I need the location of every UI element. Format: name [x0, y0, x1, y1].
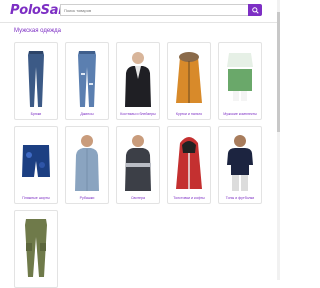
category-card-shirts[interactable]: Рубашки: [65, 126, 109, 204]
category-card-suits[interactable]: Костюмы и блейзеры: [116, 42, 160, 120]
category-label: Брюки: [30, 112, 42, 116]
suit-image: [125, 52, 151, 107]
category-card-cargo[interactable]: [14, 210, 58, 288]
section-title: Мужская одежда: [14, 28, 61, 34]
scrollbar-thumb[interactable]: [277, 12, 280, 132]
shirt-image: [75, 135, 99, 191]
hoodie-image: [176, 137, 202, 189]
cargo-pants-image: [25, 219, 47, 277]
category-label: Свитера: [130, 196, 146, 200]
category-card-hoodies[interactable]: Толстовки и кофты: [167, 126, 211, 204]
trousers-image: [28, 51, 44, 107]
sweater-image: [125, 135, 151, 191]
shorts-image: [22, 145, 50, 177]
jacket-image: [176, 52, 202, 103]
search-button[interactable]: [248, 4, 262, 16]
search-input[interactable]: [60, 4, 248, 16]
category-card-trousers[interactable]: Брюки: [14, 42, 58, 120]
category-card-jackets[interactable]: Куртки и пальто: [167, 42, 211, 120]
jeans-image: [78, 51, 96, 107]
category-card-sweaters[interactable]: Свитера: [116, 126, 160, 204]
category-card-sets[interactable]: Мужские комплекты: [218, 42, 262, 120]
tshirt-image: [227, 135, 253, 191]
category-label: Мужские комплекты: [223, 112, 257, 116]
category-label: Толстовки и кофты: [173, 196, 205, 200]
category-label: Куртки и пальто: [175, 112, 203, 116]
category-card-tops[interactable]: Топы и футболки: [218, 126, 262, 204]
category-card-jeans[interactable]: Джинсы: [65, 42, 109, 120]
category-label: Костюмы и блейзеры: [120, 112, 156, 116]
search-icon: [251, 6, 259, 14]
category-label: Джинсы: [80, 112, 94, 116]
category-label: Пляжные шорты: [22, 196, 50, 200]
category-label: Топы и футболки: [225, 196, 255, 200]
category-card-beach-shorts[interactable]: Пляжные шорты: [14, 126, 58, 204]
category-label: Рубашки: [79, 196, 95, 200]
top-header: PoloSale: [0, 0, 280, 23]
sets-image: [227, 53, 253, 101]
